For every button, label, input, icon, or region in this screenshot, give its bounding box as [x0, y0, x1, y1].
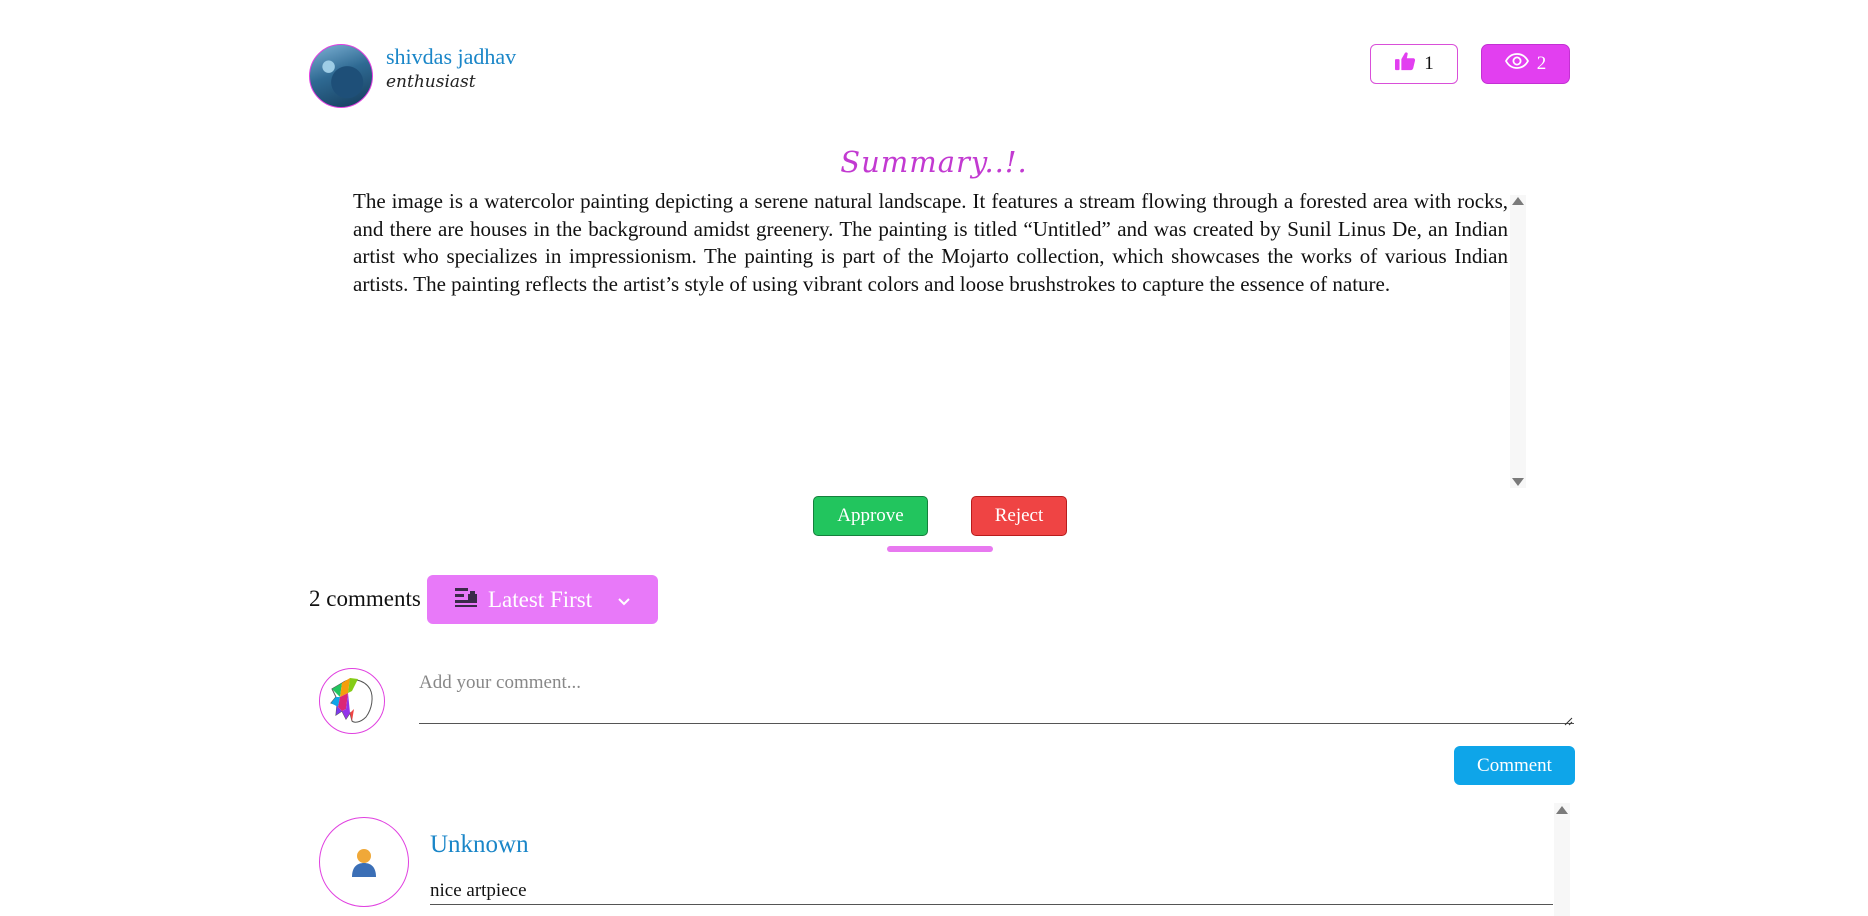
view-count: 2 — [1536, 53, 1547, 74]
like-count: 1 — [1424, 53, 1434, 74]
summary-text: The image is a watercolor painting depic… — [353, 189, 1508, 296]
submit-comment-button[interactable]: Comment — [1454, 746, 1575, 785]
thumbs-up-icon — [1394, 51, 1416, 77]
eye-icon — [1504, 53, 1529, 75]
summary-scrollbar[interactable] — [1510, 195, 1526, 488]
summary-title: Summary..!. — [840, 145, 1028, 179]
author-role: enthusiast — [386, 72, 476, 92]
comments-count: 2 comments — [309, 586, 421, 611]
scroll-up-arrow-icon[interactable] — [1512, 197, 1524, 205]
views-button[interactable]: 2 — [1481, 44, 1570, 84]
comment-text: nice artpiece — [430, 880, 1553, 905]
resize-handle-icon[interactable] — [1563, 713, 1573, 726]
commenter-avatar — [319, 817, 409, 907]
user-icon — [352, 849, 376, 877]
sort-dropdown[interactable]: Latest First — [427, 575, 658, 624]
current-user-avatar — [319, 668, 385, 734]
lion-logo-icon — [330, 678, 373, 723]
author-name[interactable]: shivdas jadhav — [386, 44, 516, 70]
comments-scrollbar[interactable] — [1554, 803, 1570, 916]
chevron-down-icon — [616, 589, 632, 606]
sort-label: Latest First — [488, 586, 593, 612]
sort-list-icon — [454, 586, 478, 614]
comment-author[interactable]: Unknown — [430, 831, 529, 859]
scroll-up-arrow-icon[interactable] — [1556, 806, 1568, 814]
comment-input[interactable] — [419, 666, 1574, 724]
scroll-down-arrow-icon[interactable] — [1512, 478, 1524, 486]
author-avatar[interactable] — [309, 44, 373, 108]
reject-button[interactable]: Reject — [971, 496, 1067, 536]
approve-button[interactable]: Approve — [813, 496, 928, 536]
decorative-underline — [887, 546, 993, 552]
like-button[interactable]: 1 — [1370, 44, 1458, 84]
